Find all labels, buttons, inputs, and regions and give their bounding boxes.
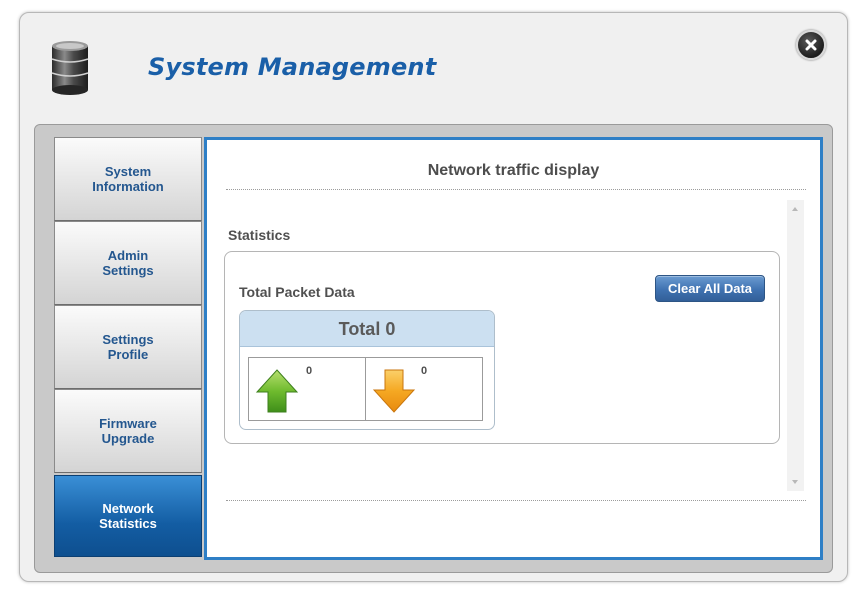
dialog-title: System Management (148, 53, 437, 81)
divider-top (226, 189, 806, 190)
tab-label: Network Statistics (99, 501, 157, 531)
statistics-heading: Statistics (228, 227, 291, 243)
total-card: Total 0 0 0 (239, 310, 495, 430)
network-statistics-panel: Network traffic display Statistics Total… (204, 137, 823, 560)
tab-firmware-upgrade[interactable]: Firmware Upgrade (54, 389, 202, 473)
upload-arrow-icon (255, 369, 299, 413)
close-button[interactable] (796, 30, 826, 60)
tab-label: Admin Settings (102, 248, 154, 278)
sent-value: 0 (306, 365, 313, 377)
panel-scrollbar[interactable] (787, 200, 804, 491)
tab-settings-profile[interactable]: Settings Profile (54, 305, 202, 389)
panel-title: Network traffic display (427, 162, 600, 179)
clear-all-data-button[interactable]: Clear All Data (655, 275, 765, 302)
tab-label: Firmware Upgrade (99, 416, 157, 446)
received-value: 0 (421, 365, 428, 377)
close-icon (805, 39, 817, 51)
total-packet-data-label: Total Packet Data (239, 284, 355, 300)
tab-label: Settings Profile (102, 332, 154, 362)
total-value: Total 0 (240, 311, 494, 347)
tab-label: System Information (92, 164, 164, 194)
tab-admin-settings[interactable]: Admin Settings (54, 221, 202, 305)
tab-network-statistics[interactable]: Network Statistics (54, 475, 202, 557)
download-arrow-icon (372, 369, 416, 413)
divider-bottom (226, 500, 806, 501)
sent-packets-cell: 0 (248, 357, 366, 421)
received-packets-cell: 0 (365, 357, 483, 421)
scroll-up-icon[interactable] (792, 207, 798, 211)
tab-system-information[interactable]: System Information (54, 137, 202, 221)
scroll-down-icon[interactable] (792, 480, 798, 484)
database-icon (50, 40, 90, 96)
total-packet-data-box: Total Packet Data Clear All Data Total 0… (224, 251, 780, 444)
